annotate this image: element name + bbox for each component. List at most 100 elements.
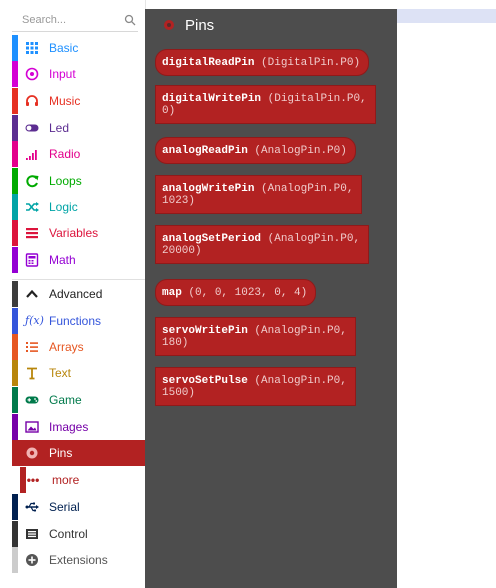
block-analog-read-pin[interactable]: analogReadPin (AnalogPin.P0) bbox=[155, 137, 356, 164]
workspace-top-strip bbox=[396, 9, 496, 23]
category-led[interactable]: Led bbox=[12, 115, 145, 141]
block-function-name: servoWritePin bbox=[162, 325, 248, 337]
search-input[interactable] bbox=[22, 9, 118, 31]
block-map[interactable]: map (0, 0, 1023, 0, 4) bbox=[155, 279, 317, 306]
block-arguments: (AnalogPin.P0, bbox=[261, 233, 361, 245]
category-radio[interactable]: Radio bbox=[12, 141, 145, 167]
grid-icon bbox=[26, 42, 38, 54]
block-arguments: (AnalogPin.P0, bbox=[254, 183, 354, 195]
headphones-icon bbox=[26, 95, 38, 106]
flyout-title: Pins bbox=[185, 16, 215, 34]
text-cursor-icon bbox=[27, 367, 37, 380]
block-servo-write-pin[interactable]: servoWritePin (AnalogPin.P0, 180) bbox=[155, 317, 356, 356]
category-label: Music bbox=[49, 94, 81, 108]
category-label: Loops bbox=[49, 174, 82, 188]
category-stripe bbox=[12, 194, 18, 220]
gamepad-icon bbox=[25, 396, 39, 404]
pins-flyout: Pins digitalReadPin (DigitalPin.P0) digi… bbox=[145, 9, 397, 588]
category-stripe bbox=[12, 141, 18, 167]
category-label: Serial bbox=[49, 500, 80, 514]
block-arguments: (DigitalPin.P0) bbox=[254, 57, 361, 69]
block-arguments: (AnalogPin.P0) bbox=[247, 145, 347, 157]
list-ordered-icon bbox=[26, 342, 38, 352]
block-function-name: digitalReadPin bbox=[162, 57, 255, 69]
category-label: Text bbox=[49, 366, 72, 380]
category-stripe bbox=[12, 387, 18, 413]
block-arguments: (AnalogPin.P0, bbox=[247, 375, 347, 387]
category-stripe bbox=[12, 115, 18, 141]
category-variables[interactable]: Variables bbox=[12, 220, 145, 246]
block-arguments-cont: 1023) bbox=[162, 195, 196, 207]
block-function-name: analogReadPin bbox=[162, 145, 248, 157]
category-label: Logic bbox=[49, 200, 78, 214]
category-stripe bbox=[12, 281, 18, 307]
category-extensions[interactable]: Extensions bbox=[12, 547, 145, 573]
function-icon: ƒ(x) bbox=[25, 314, 44, 327]
category-advanced[interactable]: Advanced bbox=[12, 281, 145, 307]
category-music[interactable]: Music bbox=[12, 88, 145, 114]
category-label: Images bbox=[49, 420, 89, 434]
block-function-name: map bbox=[162, 287, 182, 299]
toolbox-divider bbox=[12, 279, 145, 280]
category-stripe bbox=[12, 440, 18, 466]
block-arguments: (AnalogPin.P0, bbox=[247, 325, 347, 337]
block-arguments-cont: 0) bbox=[162, 105, 176, 117]
pin-circle-icon bbox=[26, 447, 38, 459]
block-function-name: analogSetPeriod bbox=[162, 233, 262, 245]
refresh-icon bbox=[26, 175, 39, 188]
category-basic[interactable]: Basic bbox=[12, 35, 145, 61]
block-arguments: (0, 0, 1023, 0, 4) bbox=[181, 287, 308, 299]
chevron-up-icon bbox=[26, 289, 38, 298]
category-stripe bbox=[12, 334, 18, 360]
shuffle-icon bbox=[26, 202, 39, 212]
category-math[interactable]: Math bbox=[12, 247, 145, 273]
category-label: Pins bbox=[49, 446, 73, 460]
dots-icon: ••• bbox=[26, 473, 40, 487]
flyout-header: Pins bbox=[163, 15, 214, 35]
search-icon[interactable] bbox=[124, 14, 136, 26]
category-label: Game bbox=[49, 393, 82, 407]
category-stripe bbox=[12, 247, 18, 273]
category-label: Extensions bbox=[49, 553, 108, 567]
category-label: Variables bbox=[49, 226, 99, 240]
block-servo-set-pulse[interactable]: servoSetPulse (AnalogPin.P0, 1500) bbox=[155, 367, 356, 406]
category-label: Advanced bbox=[49, 287, 103, 301]
category-stripe bbox=[12, 61, 18, 87]
block-digital-write-pin[interactable]: digitalWritePin (DigitalPin.P0, 0) bbox=[155, 85, 376, 124]
category-input[interactable]: Input bbox=[12, 61, 145, 87]
category-pins[interactable]: Pins bbox=[12, 440, 145, 466]
category-control[interactable]: Control bbox=[12, 521, 145, 547]
category-logic[interactable]: Logic bbox=[12, 194, 145, 220]
category-label: Radio bbox=[49, 147, 81, 161]
toolbox: Basic Input Music Led Radio bbox=[0, 0, 146, 588]
category-stripe bbox=[12, 220, 18, 246]
category-stripe bbox=[12, 414, 18, 440]
category-functions[interactable]: ƒ(x) Functions bbox=[12, 308, 145, 334]
category-images[interactable]: Images bbox=[12, 414, 145, 440]
toggle-icon bbox=[25, 124, 39, 132]
category-stripe bbox=[12, 494, 18, 520]
subcategory-more[interactable]: ••• more bbox=[20, 467, 145, 493]
plus-circle-icon bbox=[26, 554, 38, 566]
block-analog-set-period[interactable]: analogSetPeriod (AnalogPin.P0, 20000) bbox=[155, 225, 370, 264]
category-arrays[interactable]: Arrays bbox=[12, 334, 145, 360]
category-loops[interactable]: Loops bbox=[12, 168, 145, 194]
block-digital-read-pin[interactable]: digitalReadPin (DigitalPin.P0) bbox=[155, 49, 370, 76]
subcategory-label: more bbox=[52, 473, 80, 487]
category-label: Control bbox=[49, 527, 88, 541]
category-stripe bbox=[12, 35, 18, 61]
category-game[interactable]: Game bbox=[12, 387, 145, 413]
category-stripe bbox=[12, 308, 18, 334]
category-stripe bbox=[12, 547, 18, 573]
block-analog-write-pin[interactable]: analogWritePin (AnalogPin.P0, 1023) bbox=[155, 175, 363, 214]
category-serial[interactable]: Serial bbox=[12, 494, 145, 520]
block-function-name: digitalWritePin bbox=[162, 93, 262, 105]
category-text[interactable]: Text bbox=[12, 360, 145, 386]
category-label: Functions bbox=[49, 314, 102, 328]
chip-icon bbox=[26, 529, 38, 539]
list-icon bbox=[26, 228, 38, 239]
image-icon bbox=[25, 421, 39, 433]
block-arguments-cont: 1500) bbox=[162, 387, 196, 399]
category-stripe bbox=[12, 168, 18, 194]
target-icon bbox=[25, 67, 39, 81]
